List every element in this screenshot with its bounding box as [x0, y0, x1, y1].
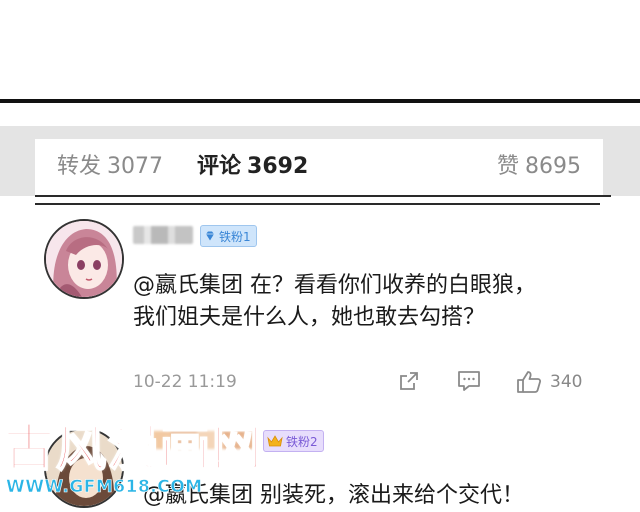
divider-line [35, 195, 611, 197]
comment-button[interactable] [457, 370, 481, 392]
tab-comments[interactable]: 评论 3692 [197, 148, 308, 180]
tab-likes-label: 赞 [496, 154, 519, 179]
like-count: 340 [550, 372, 583, 392]
watermark-url: WWW.GFM618.COM [6, 477, 203, 498]
top-divider [0, 99, 640, 103]
divider-line [35, 203, 600, 205]
tab-repost-count: 3077 [107, 154, 164, 179]
like-button[interactable]: 340 [516, 370, 582, 394]
fan-badge: 铁粉1 [200, 225, 257, 247]
tab-likes-count: 8695 [525, 154, 581, 179]
diamond-icon [206, 231, 214, 241]
fan-badge: 铁粉2 [263, 430, 324, 452]
tab-repost-label: 转发 [57, 154, 102, 179]
comment-line: 我们姐夫是什么人，她也敢去勾搭？ [133, 305, 486, 330]
comment-timestamp: 10-22 11:19 [133, 372, 237, 392]
comment-line: @嬴氏集团 在？看看你们收养的白眼狼， [133, 273, 536, 298]
tab-bar: 转发 3077 评论 3692 赞 8695 [35, 139, 603, 195]
fan-badge-label: 铁粉1 [219, 229, 251, 244]
avatar[interactable] [44, 219, 124, 299]
crown-icon [267, 435, 283, 447]
tab-repost[interactable]: 转发 3077 [57, 148, 163, 180]
comment-text: @嬴氏集团 在？看看你们收养的白眼狼， 我们姐夫是什么人，她也敢去勾搭？ [133, 270, 603, 334]
share-button[interactable] [398, 370, 420, 392]
share-icon [400, 372, 418, 390]
tab-comments-label: 评论 [197, 154, 242, 179]
tab-likes[interactable]: 赞 8695 [497, 148, 581, 180]
comment-icon [458, 371, 480, 391]
watermark-logo: 古风漫画网 [3, 419, 264, 477]
fan-badge-label: 铁粉2 [286, 434, 318, 449]
thumbs-up-icon [517, 371, 542, 393]
tab-comments-count: 3692 [247, 154, 309, 179]
username-blurred[interactable] [133, 226, 193, 244]
